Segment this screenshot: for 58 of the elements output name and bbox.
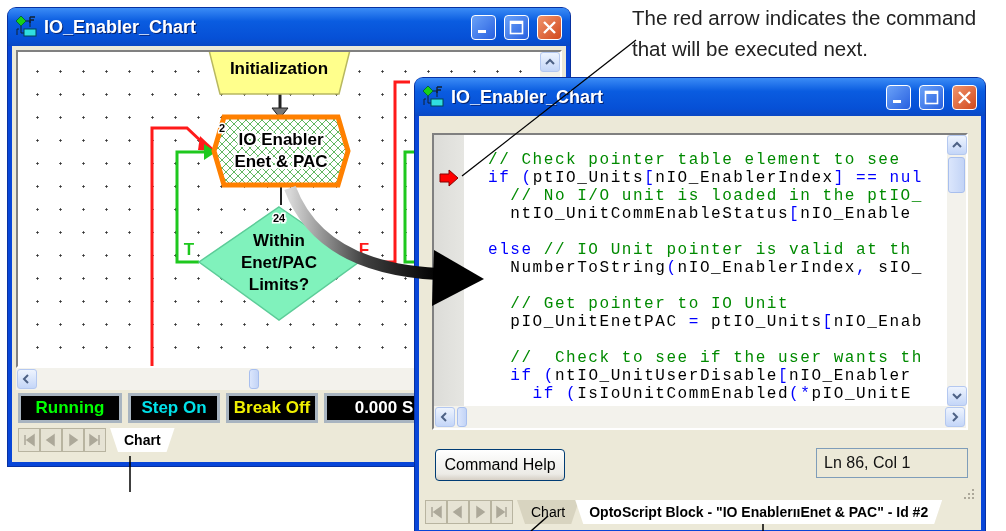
code-line: if (ptIO_Units[nIO_EnablerIndex] == nul	[488, 169, 923, 187]
code-line: // Check pointer table element to see	[488, 151, 901, 169]
branch-label: T	[183, 240, 195, 259]
close-icon	[542, 19, 557, 35]
minimize-button[interactable]	[471, 14, 496, 40]
cursor-position-field: Ln 86, Col 1	[816, 448, 968, 478]
code-line: // Check to see if the user wants th	[509, 349, 923, 367]
code-line: if (ntIO_UnitUserDisable[nIO_Enabler	[509, 367, 912, 385]
maximize-button[interactable]	[919, 84, 944, 110]
scroll-down-button[interactable]	[947, 386, 967, 406]
resize-grip-icon[interactable]	[961, 486, 975, 500]
scroll-up-button[interactable]	[540, 52, 560, 72]
code-line: NumberToString(nIO_EnablerIndex, sIO_	[509, 259, 923, 277]
maximize-button[interactable]	[504, 14, 529, 40]
maximize-icon	[509, 19, 524, 35]
close-button[interactable]	[952, 84, 977, 110]
leader-line	[129, 455, 131, 493]
skip-start-icon	[21, 432, 37, 448]
block-label: Within Enet/PAC Limits?	[240, 231, 318, 294]
scroll-thumb[interactable]	[457, 407, 467, 427]
status-indicator: Break Off	[226, 393, 318, 423]
tab[interactable]: Chart	[110, 428, 175, 452]
status-indicator: Running	[18, 393, 122, 423]
leader-line	[530, 515, 549, 531]
code-line: ntIO_UnitCommEnableStatus[nIO_Enable	[509, 205, 912, 223]
skip-start-icon	[428, 504, 444, 520]
horizontal-scrollbar[interactable]	[434, 406, 966, 428]
minimize-icon	[477, 30, 486, 33]
scroll-left-button[interactable]	[435, 407, 455, 427]
scroll-thumb[interactable]	[249, 369, 259, 389]
action-block[interactable]	[207, 52, 352, 95]
flowchart-icon	[14, 15, 38, 39]
scroll-thumb[interactable]	[948, 157, 965, 193]
vertical-scrollbar[interactable]	[947, 135, 966, 406]
scroll-up-button[interactable]	[947, 135, 967, 155]
leader-line	[762, 523, 764, 531]
tab[interactable]: OptoScript Block - "IO EnablerııEnet & PAC" - Id #2	[575, 500, 943, 524]
block-label: Initialization	[229, 59, 329, 78]
close-button[interactable]	[537, 14, 562, 40]
skip-end-icon	[87, 432, 103, 448]
maximize-icon	[924, 89, 939, 105]
close-icon	[957, 89, 972, 105]
scroll-right-button[interactable]	[945, 407, 965, 427]
code-line: pIO_UnitEnetPAC = ptIO_Units[nIO_Enab	[509, 313, 923, 331]
minimize-icon	[892, 100, 901, 103]
code-line: else // IO Unit pointer is valid at th	[488, 241, 912, 259]
code-line: if (IsIoUnitCommEnabled(*pIO_UnitE	[531, 385, 912, 403]
scroll-left-button[interactable]	[17, 369, 37, 389]
skip-end-icon	[494, 504, 510, 520]
status-indicator: Step On	[128, 393, 220, 423]
annotation-text: The red arrow indicates the command that will be executed next.	[632, 5, 978, 62]
command-help-button[interactable]: Command Help	[435, 449, 565, 481]
window-title: IO_Enabler_Chart	[44, 16, 198, 38]
minimize-button[interactable]	[886, 84, 911, 110]
flowchart-icon	[421, 85, 445, 109]
code-line: // Get pointer to IO Unit	[509, 295, 790, 313]
block-number: 24	[272, 212, 286, 224]
code-line: // No I/O unit is loaded in the ptIO_	[509, 187, 923, 205]
